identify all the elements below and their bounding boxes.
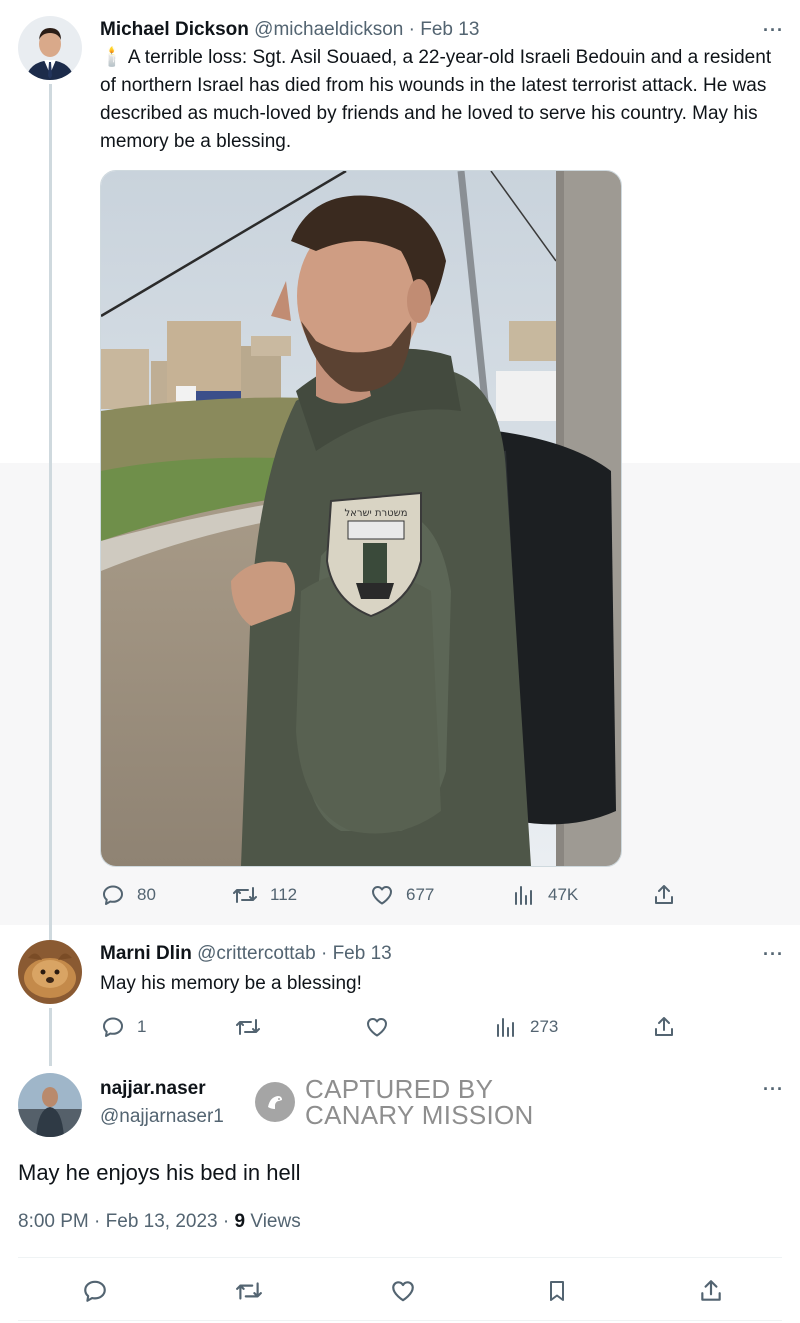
heart-icon xyxy=(367,1018,387,1037)
tweet2-author-name[interactable]: Marni Dlin xyxy=(100,943,192,964)
tweet1-author-handle[interactable]: @michaeldickson xyxy=(254,19,403,40)
tweet1-reply-count: 80 xyxy=(137,885,156,904)
retweet-icon xyxy=(236,1019,260,1035)
tweet1-like-button[interactable]: 677 xyxy=(370,883,434,907)
share-icon xyxy=(701,1280,721,1301)
avatar-marni-dlin[interactable] xyxy=(18,940,82,1004)
views-icon xyxy=(515,886,532,905)
avatar-najjar-naser[interactable] xyxy=(18,1073,82,1137)
tweet3-timestamp[interactable]: 8:00 PM · Feb 13, 2023 · 9 Views xyxy=(18,1211,301,1233)
share-icon xyxy=(655,885,673,904)
tweet1-separator: · xyxy=(408,19,415,40)
divider-bottom xyxy=(18,1320,782,1321)
tweet3-views-count: 9 xyxy=(234,1211,246,1232)
canary-mission-watermark: CAPTURED BY CANARY MISSION xyxy=(255,1076,534,1128)
watermark-line1: CAPTURED BY xyxy=(305,1074,494,1104)
tweet1-views-button[interactable]: 47K xyxy=(512,883,578,907)
tweet2-views-count: 273 xyxy=(530,1017,559,1036)
tweet3-time-date: 8:00 PM · Feb 13, 2023 · xyxy=(18,1211,235,1232)
heart-icon xyxy=(372,886,392,905)
tweet1-share-button[interactable] xyxy=(653,883,675,907)
tweet2-views-button[interactable]: 273 xyxy=(494,1015,558,1039)
reply-icon xyxy=(103,1017,123,1037)
tweet1-date[interactable]: Feb 13 xyxy=(420,19,479,40)
tweet1-views-count: 47K xyxy=(548,885,579,904)
watermark-line2: CANARY MISSION xyxy=(305,1100,534,1130)
tweet1-text: 🕯️ A terrible loss: Sgt. Asil Souaed, a … xyxy=(100,47,772,152)
divider-top xyxy=(18,1257,782,1258)
canary-logo-icon xyxy=(255,1082,295,1122)
tweet3-retweet-button[interactable] xyxy=(235,1278,263,1304)
bookmark-icon xyxy=(550,1281,564,1301)
tweet3-author-name[interactable]: najjar.naser xyxy=(100,1078,206,1100)
soldier-photo: משטרת ישראל xyxy=(101,171,621,866)
tweet2-share-button[interactable] xyxy=(653,1015,675,1039)
thread-line-2 xyxy=(49,1008,52,1066)
reply-icon xyxy=(84,1280,106,1302)
reply-icon xyxy=(103,885,123,905)
tweet2-text: May his memory be a blessing! xyxy=(100,973,362,994)
tweet3-like-button[interactable] xyxy=(390,1278,416,1304)
share-icon xyxy=(655,1017,673,1036)
tweet2-reply-button[interactable]: 1 xyxy=(101,1015,146,1039)
tweet2-separator: · xyxy=(320,943,328,964)
tweet3-share-button[interactable] xyxy=(699,1278,723,1304)
tweet1-author-name[interactable]: Michael Dickson xyxy=(100,19,249,40)
tweet3-more-button[interactable]: ··· xyxy=(763,1079,784,1100)
heart-icon xyxy=(392,1281,414,1302)
tweet2-like-button[interactable] xyxy=(365,1015,389,1039)
tweet2-more-button[interactable]: ··· xyxy=(763,944,784,965)
retweet-icon xyxy=(233,887,257,903)
tweet2-date[interactable]: Feb 13 xyxy=(333,943,392,964)
tweet3-text: May he enjoys his bed in hell xyxy=(18,1160,301,1185)
retweet-icon xyxy=(236,1282,262,1300)
badge-text: משטרת ישראל xyxy=(344,508,407,519)
tweet1-retweet-button[interactable]: 112 xyxy=(232,883,297,907)
tweet3-views-label: Views xyxy=(245,1211,301,1232)
thread-line xyxy=(49,84,52,940)
tweet1-reply-button[interactable]: 80 xyxy=(101,883,156,907)
tweet2-header: Marni Dlin @crittercottab · Feb 13 xyxy=(100,943,392,965)
tweet1-photo[interactable]: משטרת ישראל xyxy=(100,170,622,867)
tweet2-reply-count: 1 xyxy=(137,1017,147,1036)
views-icon xyxy=(497,1018,514,1037)
tweet2-author-handle[interactable]: @crittercottab xyxy=(197,943,316,964)
tweet3-bookmark-button[interactable] xyxy=(545,1278,569,1304)
tweet1-header: Michael Dickson @michaeldickson · Feb 13 xyxy=(100,19,479,41)
tweet3-author-handle[interactable]: @najjarnaser1 xyxy=(100,1106,224,1128)
tweet1-like-count: 677 xyxy=(406,885,435,904)
avatar-michael-dickson[interactable] xyxy=(18,16,82,80)
tweet2-retweet-button[interactable] xyxy=(235,1015,261,1039)
tweet1-retweet-count: 112 xyxy=(270,885,298,904)
tweet1-more-button[interactable]: ··· xyxy=(763,20,784,41)
tweet3-reply-button[interactable] xyxy=(82,1278,108,1304)
